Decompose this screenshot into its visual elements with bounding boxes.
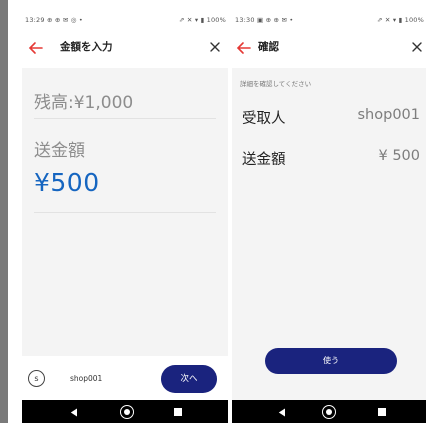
recipient-bar: s shop001 次へ <box>22 356 228 400</box>
back-arrow-icon[interactable] <box>236 41 252 55</box>
use-button[interactable]: 使う <box>265 348 397 374</box>
nav-home-icon[interactable] <box>120 405 134 419</box>
balance-text: 残高:¥1,000 <box>34 93 134 113</box>
recipient-name: shop001 <box>70 374 103 383</box>
page-edge <box>0 423 426 427</box>
status-bar: 13:29 ⊕ ⊕ ✉ ◎ • ⇗ ✕ ▾ ▮ 100% <box>22 10 228 30</box>
nav-recent-apps-icon[interactable] <box>378 408 386 416</box>
app-bar: 金額を入力 <box>22 30 228 68</box>
subtitle-row: 詳細を確認してください <box>232 68 426 95</box>
confirmation-panel: 詳細を確認してください 受取人 shop001 送金額 ¥ 500 使う <box>232 68 426 400</box>
system-nav-bar <box>22 400 228 424</box>
detail-label: 送金額 <box>242 152 286 168</box>
confirmation-screen: 13:30 ▣ ⊕ ⊕ ✉ • ⇗ ✕ ▾ ▮ 100% 確認 詳細を確認してく… <box>232 10 426 424</box>
detail-row-recipient: 受取人 shop001 <box>232 95 426 139</box>
divider <box>34 118 216 119</box>
status-time: 13:29 ⊕ ⊕ ✉ ◎ • <box>25 16 83 24</box>
amount-value[interactable]: ¥500 <box>34 168 100 197</box>
close-icon[interactable] <box>208 40 222 54</box>
nav-back-icon[interactable] <box>278 408 286 417</box>
notification-icons: ⊕ ⊕ ✉ ◎ • <box>47 16 83 24</box>
detail-value: ¥ 500 <box>378 148 420 164</box>
detail-list: 受取人 shop001 送金額 ¥ 500 使う <box>232 95 426 400</box>
page-title: 確認 <box>258 41 279 53</box>
detail-value: shop001 <box>357 107 421 123</box>
back-arrow-icon[interactable] <box>28 41 44 55</box>
system-status-icons: ⇗ ✕ ▾ ▮ 100% <box>179 16 226 24</box>
detail-label: 受取人 <box>242 111 286 127</box>
next-button[interactable]: 次へ <box>161 365 217 393</box>
detail-row-amount: 送金額 ¥ 500 <box>232 136 426 180</box>
divider <box>34 212 216 213</box>
amount-label: 送金額 <box>34 141 85 161</box>
amount-input-screen: 13:29 ⊕ ⊕ ✉ ◎ • ⇗ ✕ ▾ ▮ 100% 金額を入力 残高:¥1… <box>22 10 228 424</box>
nav-back-icon[interactable] <box>70 408 78 417</box>
nav-recent-apps-icon[interactable] <box>174 408 182 416</box>
status-bar: 13:30 ▣ ⊕ ⊕ ✉ • ⇗ ✕ ▾ ▮ 100% <box>232 10 426 30</box>
status-time: 13:30 ▣ ⊕ ⊕ ✉ • <box>235 16 294 24</box>
system-nav-bar <box>232 400 426 424</box>
device-bezel <box>0 0 8 427</box>
app-bar: 確認 <box>232 30 426 68</box>
page-title: 金額を入力 <box>60 41 113 53</box>
recipient-avatar: s <box>28 370 45 387</box>
subtitle: 詳細を確認してください <box>240 80 312 88</box>
system-status-icons: ⇗ ✕ ▾ ▮ 100% <box>377 16 424 24</box>
nav-home-icon[interactable] <box>322 405 336 419</box>
close-icon[interactable] <box>410 40 424 54</box>
notification-icons: ▣ ⊕ ⊕ ✉ • <box>257 16 294 24</box>
amount-panel: 残高:¥1,000 送金額 ¥500 <box>22 68 228 356</box>
